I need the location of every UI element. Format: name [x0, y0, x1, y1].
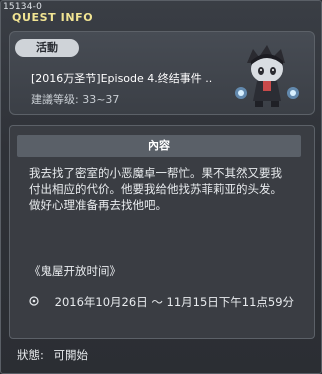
npc-portrait: [235, 45, 299, 107]
quest-name: [2016万圣节]Episode 4.终结事件 ..: [31, 72, 213, 85]
category-badge: 活動: [15, 39, 79, 57]
clock-icon: [29, 295, 43, 309]
event-time-text: 2016年10月26日 ～ 11月15日下午11点59分: [54, 295, 295, 309]
quest-description: 我去找了密室的小恶魔卓一帮忙。果不其然又要我 付出相应的代价。他要我给他找苏菲莉…: [29, 165, 304, 213]
quest-info-window: 15134-0 QUEST INFO 活動 [2016万圣节]Episode 4…: [0, 0, 322, 374]
quest-status: 狀態: 可開始: [17, 347, 88, 363]
recommended-level: 建議等级: 33~37: [31, 93, 120, 106]
status-label: 狀態:: [17, 348, 44, 362]
description-line: 付出相应的代价。他要我给他找苏菲莉亚的头发。: [29, 182, 282, 196]
status-value: 可開始: [53, 348, 89, 362]
window-title: QUEST INFO: [12, 11, 94, 24]
event-time-title: 《鬼屋开放时间》: [29, 264, 121, 278]
description-line: 做好心理准备再去找他吧。: [29, 198, 167, 212]
content-header: 內容: [17, 135, 301, 157]
event-time-range: 2016年10月26日 ～ 11月15日下午11点59分: [29, 294, 294, 310]
description-line: 我去找了密室的小恶魔卓一帮忙。果不其然又要我: [29, 166, 282, 180]
